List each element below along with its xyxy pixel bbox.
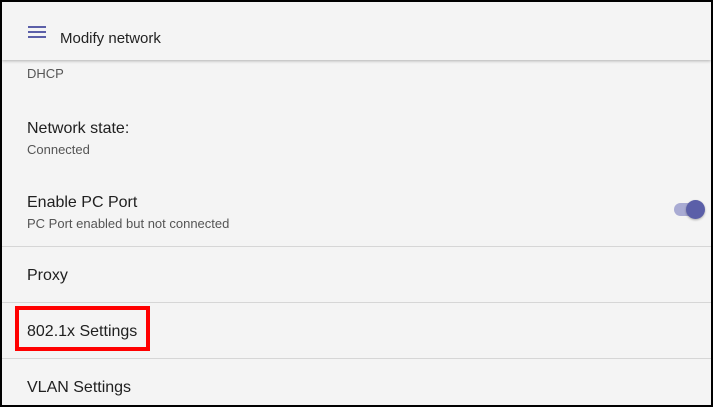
proxy-label: Proxy [27,267,68,284]
toggle-thumb [686,200,705,219]
app-bar: Modify network [2,2,711,60]
vlan-settings-row[interactable]: VLAN Settings [2,359,711,405]
pc-port-toggle[interactable] [672,199,708,219]
pc-port-status: PC Port enabled but not connected [27,216,230,231]
network-state-label: Network state: [27,120,130,137]
highlight-box [15,306,150,351]
network-state-value: Connected [27,142,90,157]
proxy-row[interactable]: Proxy [2,247,711,302]
ip-mode-row: DHCP [2,60,711,84]
vlan-settings-label: VLAN Settings [27,379,132,396]
pc-port-row[interactable]: Enable PC Port PC Port enabled but not c… [2,182,711,244]
app-window: Modify network DHCP Network state: Conne… [2,2,711,405]
network-state-row: Network state: Connected [2,104,711,164]
ip-mode-value: DHCP [27,66,64,81]
page-title: Modify network [60,30,161,47]
pc-port-label: Enable PC Port [27,194,138,211]
hamburger-menu-icon[interactable] [28,26,46,40]
